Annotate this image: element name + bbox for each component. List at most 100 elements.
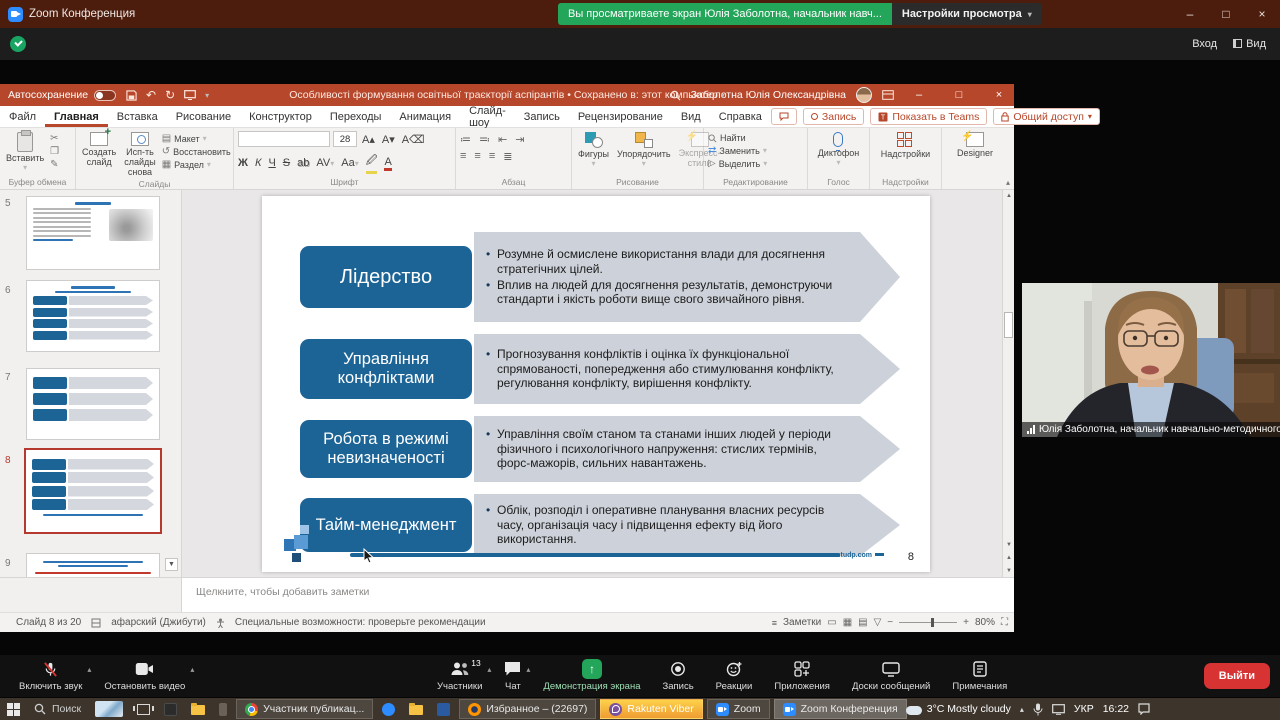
justify-icon[interactable]: ≣ xyxy=(503,150,512,163)
select-button[interactable]: ▷Выделить▾ xyxy=(708,158,803,169)
reactions-button[interactable]: Реакции xyxy=(705,655,764,697)
tray-display-icon[interactable] xyxy=(1052,704,1065,715)
paste-button[interactable]: Вставить▾ xyxy=(4,131,46,174)
proofing-icon[interactable] xyxy=(91,618,101,628)
notes-toggle[interactable]: Заметки xyxy=(783,617,821,628)
pinned-app-gray[interactable] xyxy=(212,698,234,720)
participant-video-tile[interactable]: Юлія Заболотна, начальник навчально-мето… xyxy=(1022,283,1280,437)
tab-draw[interactable]: Рисование xyxy=(167,106,240,127)
fit-to-window-icon[interactable]: ⛶ xyxy=(1001,617,1008,628)
clock[interactable]: 16:22 xyxy=(1103,703,1129,715)
view-button[interactable]: Вид xyxy=(1233,38,1266,50)
language-status[interactable]: афарский (Джибути) xyxy=(111,617,206,628)
slide-thumbnail-7[interactable] xyxy=(26,368,160,440)
strikethrough-button[interactable]: S xyxy=(283,157,290,169)
chat-button[interactable]: Чат xyxy=(493,655,532,697)
maximize-button[interactable]: □ xyxy=(1208,0,1244,28)
replace-button[interactable]: ⇄Заменить▾ xyxy=(708,145,803,156)
weather-widget[interactable]: 3°C Mostly cloudy xyxy=(906,703,1011,715)
tab-transitions[interactable]: Переходы xyxy=(321,106,391,127)
cut-icon[interactable]: ✂ xyxy=(50,133,59,144)
decrease-font-icon[interactable]: A▾ xyxy=(380,133,397,146)
reuse-slides-button[interactable]: Исп-ть слайды снова xyxy=(122,131,158,179)
notes-area[interactable]: Щелкните, чтобы добавить заметки xyxy=(0,577,1014,612)
char-spacing-button[interactable]: AV▾ xyxy=(316,157,334,169)
clear-format-icon[interactable]: A⌫ xyxy=(400,133,427,146)
increase-font-icon[interactable]: A▴ xyxy=(360,133,377,146)
chat-chevron[interactable]: ▴ xyxy=(526,665,530,674)
pinned-zoom-circle[interactable] xyxy=(375,698,402,720)
ppt-minimize-button[interactable]: – xyxy=(904,84,934,106)
new-slide-button[interactable]: Создать слайд xyxy=(80,131,118,169)
apps-button[interactable]: Приложения xyxy=(763,655,841,697)
scrollbar-thumb[interactable] xyxy=(1004,312,1013,338)
participants-chevron[interactable]: ▴ xyxy=(487,665,491,674)
align-right-icon[interactable]: ≡ xyxy=(489,150,495,163)
reset-button[interactable]: ↺Восстановить xyxy=(162,146,231,157)
participants-button[interactable]: 13 Участники xyxy=(426,655,493,697)
scroll-up-icon[interactable]: ▲ xyxy=(1003,190,1015,202)
next-slide-icon[interactable]: ▼ xyxy=(1003,565,1015,577)
tab-home[interactable]: Главная xyxy=(45,106,108,127)
security-shield-icon[interactable] xyxy=(10,36,26,52)
record-button[interactable]: Запись xyxy=(803,108,864,125)
taskbar-search[interactable]: Поиск xyxy=(27,698,88,720)
view-options-button[interactable]: Настройки просмотра▾ xyxy=(892,3,1042,25)
notifications-icon[interactable] xyxy=(1138,703,1150,715)
font-color-button[interactable]: А xyxy=(384,156,391,171)
leave-meeting-button[interactable]: Выйти xyxy=(1204,663,1270,689)
ppt-restore-button[interactable]: □ xyxy=(944,84,974,106)
designer-button[interactable]: Designer xyxy=(955,131,995,160)
find-button[interactable]: Найти xyxy=(708,133,803,143)
zoom-slider[interactable] xyxy=(899,622,957,623)
close-button[interactable]: × xyxy=(1244,0,1280,28)
minimize-button[interactable]: – xyxy=(1172,0,1208,28)
zoom-in-icon[interactable]: + xyxy=(963,617,969,628)
ppt-close-button[interactable]: × xyxy=(984,84,1014,106)
tab-review[interactable]: Рецензирование xyxy=(569,106,672,127)
file-explorer-window[interactable] xyxy=(402,698,430,720)
panel-scroll-down-button[interactable]: ▼ xyxy=(165,558,178,571)
start-button[interactable] xyxy=(0,698,27,720)
ribbon-options-icon[interactable] xyxy=(882,90,894,100)
tab-file[interactable]: Файл xyxy=(0,106,45,127)
notes-placeholder[interactable]: Щелкните, чтобы добавить заметки xyxy=(182,578,369,612)
qat-chevron-icon[interactable]: ▾ xyxy=(205,91,209,100)
underline-button[interactable]: Ч xyxy=(268,157,275,169)
tab-insert[interactable]: Вставка xyxy=(108,106,167,127)
autosave-toggle[interactable] xyxy=(94,90,116,101)
share-button[interactable]: Общий доступ▾ xyxy=(993,108,1100,125)
chrome-task-button[interactable]: Участник публикац... xyxy=(236,699,373,719)
align-left-icon[interactable]: ≡ xyxy=(460,150,466,163)
format-painter-icon[interactable]: ✎ xyxy=(50,159,59,170)
tab-view[interactable]: Вид xyxy=(672,106,710,127)
tab-record[interactable]: Запись xyxy=(515,106,569,127)
indent-decrease-icon[interactable]: ⇤ xyxy=(498,133,507,146)
record-meeting-button[interactable]: Запись xyxy=(652,655,705,697)
arrange-button[interactable]: Упорядочить▾ xyxy=(615,131,673,170)
slide-8[interactable]: Лідерство Розумне й осмислене використан… xyxy=(262,196,930,572)
bold-button[interactable]: Ж xyxy=(238,157,248,169)
login-button[interactable]: Вход xyxy=(1192,38,1217,50)
comments-button[interactable] xyxy=(771,108,797,125)
bullets-icon[interactable]: ≔ xyxy=(460,133,471,146)
file-explorer-button[interactable] xyxy=(184,698,212,720)
highlight-color-button[interactable]: 🖉 xyxy=(366,152,378,174)
viber-task-button[interactable]: Rakuten Viber xyxy=(600,699,702,719)
change-case-button[interactable]: Aa▾ xyxy=(341,157,358,169)
slide-sorter-icon[interactable]: ▦ xyxy=(843,617,852,628)
whiteboards-button[interactable]: Доски сообщений xyxy=(841,655,941,697)
numbering-icon[interactable]: ≕ xyxy=(479,133,490,146)
notes-button[interactable]: Примечания xyxy=(941,655,1018,697)
italic-button[interactable]: К xyxy=(255,157,261,169)
zoom-level[interactable]: 80% xyxy=(975,617,995,628)
slide-scrollbar[interactable]: ▲ ▼ ▲ ▼ xyxy=(1002,190,1014,577)
tab-slideshow[interactable]: Слайд-шоу xyxy=(460,106,515,127)
mic-options-chevron[interactable]: ▴ xyxy=(87,665,91,674)
slide-thumbnail-5[interactable] xyxy=(26,196,160,270)
zoom-task-button[interactable]: Zoom xyxy=(707,699,770,719)
present-icon[interactable] xyxy=(184,90,196,100)
accessibility-status[interactable]: Специальные возможности: проверьте реком… xyxy=(235,617,486,628)
save-icon[interactable] xyxy=(126,90,137,101)
addins-button[interactable]: Надстройки xyxy=(879,131,932,161)
